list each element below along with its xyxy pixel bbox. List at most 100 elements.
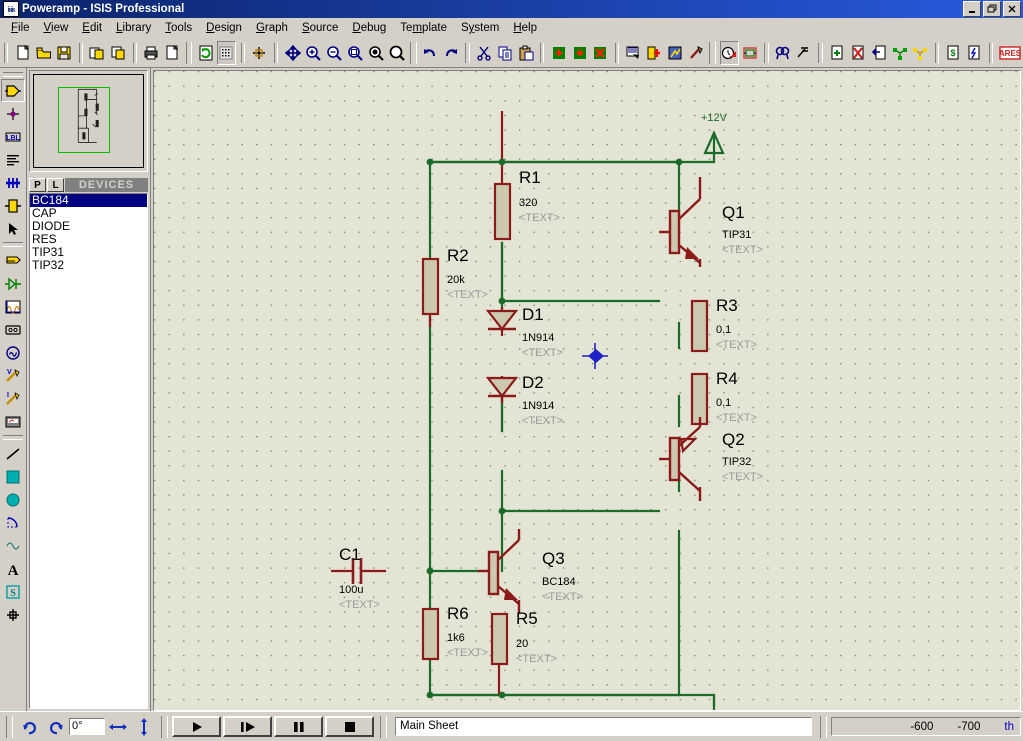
tape-recorder-mode-icon[interactable] (1, 318, 25, 341)
junction-dot-mode-icon[interactable] (1, 102, 25, 125)
menu-file[interactable]: File (4, 20, 37, 36)
subcircuit-mode-icon[interactable] (1, 194, 25, 217)
mirror-vertical-icon[interactable] (132, 715, 156, 739)
paste-icon[interactable] (516, 41, 535, 65)
redo-icon[interactable] (441, 41, 460, 65)
save-file-icon[interactable] (55, 41, 74, 65)
marker-tool-icon[interactable] (1, 603, 25, 626)
pan-icon[interactable] (283, 41, 302, 65)
minimize-button[interactable] (963, 1, 981, 17)
overview-preview[interactable] (29, 70, 148, 172)
menu-help[interactable]: Help (506, 20, 544, 36)
svg-text:A: A (8, 563, 19, 577)
terminals-mode-icon[interactable] (1, 249, 25, 272)
arc-tool-icon[interactable] (1, 511, 25, 534)
text-script-mode-icon[interactable] (1, 148, 25, 171)
block-move-icon[interactable] (570, 41, 589, 65)
menu-source[interactable]: Source (295, 20, 345, 36)
wire-label-mode-icon[interactable]: LBL (1, 125, 25, 148)
import-section-icon[interactable] (88, 41, 107, 65)
diode-d1-ref: D1 (522, 305, 544, 324)
netlist-spice-icon[interactable]: $ (944, 41, 963, 65)
toolbar-separator (240, 43, 246, 63)
block-delete-icon[interactable] (591, 41, 610, 65)
menu-view[interactable]: View (37, 20, 76, 36)
menu-debug[interactable]: Debug (345, 20, 393, 36)
path-tool-icon[interactable] (1, 534, 25, 557)
tab-p[interactable]: P (29, 178, 46, 192)
block-copy-icon[interactable] (549, 41, 568, 65)
animation-step-button[interactable] (223, 716, 272, 737)
voltage-probe-mode-icon[interactable]: V (1, 364, 25, 387)
menu-design[interactable]: Design (199, 20, 249, 36)
netlist-report-icon[interactable] (911, 41, 930, 65)
device-item-tip32[interactable]: TIP32 (30, 259, 147, 272)
current-probe-mode-icon[interactable]: I (1, 387, 25, 410)
spice-model-icon[interactable] (965, 41, 984, 65)
undo-icon[interactable] (421, 41, 440, 65)
symbol-tool-icon[interactable]: S (1, 580, 25, 603)
search-tag-icon[interactable] (741, 41, 760, 65)
circle-tool-icon[interactable] (1, 488, 25, 511)
open-file-icon[interactable] (34, 41, 53, 65)
zoom-in-icon[interactable] (304, 41, 323, 65)
virtual-instrument-mode-icon[interactable] (1, 410, 25, 433)
line-tool-icon[interactable] (1, 442, 25, 465)
animation-stop-button[interactable] (325, 716, 374, 737)
export-section-icon[interactable] (109, 41, 128, 65)
menu-library[interactable]: Library (109, 20, 158, 36)
remove-sheet-icon[interactable] (849, 41, 868, 65)
exit-sheet-icon[interactable] (869, 41, 888, 65)
rotation-value-field[interactable]: 0° (69, 718, 105, 735)
zoom-all-icon[interactable] (366, 41, 385, 65)
origin-icon[interactable] (250, 41, 269, 65)
resistor-r1-ref: R1 (519, 168, 541, 187)
mirror-horizontal-icon[interactable] (106, 715, 130, 739)
generator-mode-icon[interactable] (1, 341, 25, 364)
rotate-clockwise-icon[interactable] (18, 715, 42, 739)
new-sheet-icon[interactable] (828, 41, 847, 65)
component-mode-icon[interactable] (1, 79, 25, 102)
ares-icon[interactable]: ARES (998, 41, 1022, 65)
electrical-rules-check-icon[interactable] (795, 41, 814, 65)
devices-list[interactable]: BC184 CAP DIODE RES TIP31 TIP32 (29, 193, 148, 709)
packaging-tool-icon[interactable] (666, 41, 685, 65)
schematic-canvas[interactable]: R1 320 <TEXT> R2 20k <TEXT> D1 1N914 <TE… (153, 70, 1021, 711)
cut-icon[interactable] (475, 41, 494, 65)
mode-toolbar: LBL V I A S (0, 68, 27, 711)
refresh-icon[interactable] (196, 41, 215, 65)
menu-tools[interactable]: Tools (158, 20, 199, 36)
box-tool-icon[interactable] (1, 465, 25, 488)
print-area-icon[interactable] (163, 41, 182, 65)
menu-system[interactable]: System (454, 20, 506, 36)
rotate-counterclockwise-icon[interactable] (44, 715, 68, 739)
property-assignment-icon[interactable] (774, 41, 793, 65)
animation-play-button[interactable] (172, 716, 221, 737)
grid-toggle-icon[interactable] (216, 41, 236, 65)
zoom-area-icon[interactable] (346, 41, 365, 65)
resistor-r4-text: <TEXT> (716, 412, 757, 424)
zoom-selection-icon[interactable] (387, 41, 406, 65)
copy-icon[interactable] (495, 41, 514, 65)
make-device-icon[interactable] (645, 41, 664, 65)
menu-template[interactable]: Template (393, 20, 454, 36)
toolbar-separator (540, 43, 545, 63)
close-button[interactable] (1003, 1, 1021, 17)
tab-l[interactable]: L (47, 178, 64, 192)
bus-mode-icon[interactable] (1, 171, 25, 194)
menu-graph[interactable]: Graph (249, 20, 295, 36)
pick-device-icon[interactable] (624, 41, 643, 65)
animation-pause-button[interactable] (274, 716, 323, 737)
zoom-out-icon[interactable] (325, 41, 344, 65)
graph-mode-icon[interactable] (1, 295, 25, 318)
decompose-icon[interactable] (686, 41, 705, 65)
maximize-button[interactable] (983, 1, 1001, 17)
toggle-wire-autorouter-icon[interactable] (719, 41, 739, 65)
text-tool-icon[interactable]: A (1, 557, 25, 580)
new-file-icon[interactable] (13, 41, 32, 65)
print-icon[interactable] (142, 41, 161, 65)
bill-of-materials-icon[interactable] (890, 41, 909, 65)
selection-mode-icon[interactable] (1, 217, 25, 240)
menu-edit[interactable]: Edit (75, 20, 109, 36)
device-pin-mode-icon[interactable] (1, 272, 25, 295)
